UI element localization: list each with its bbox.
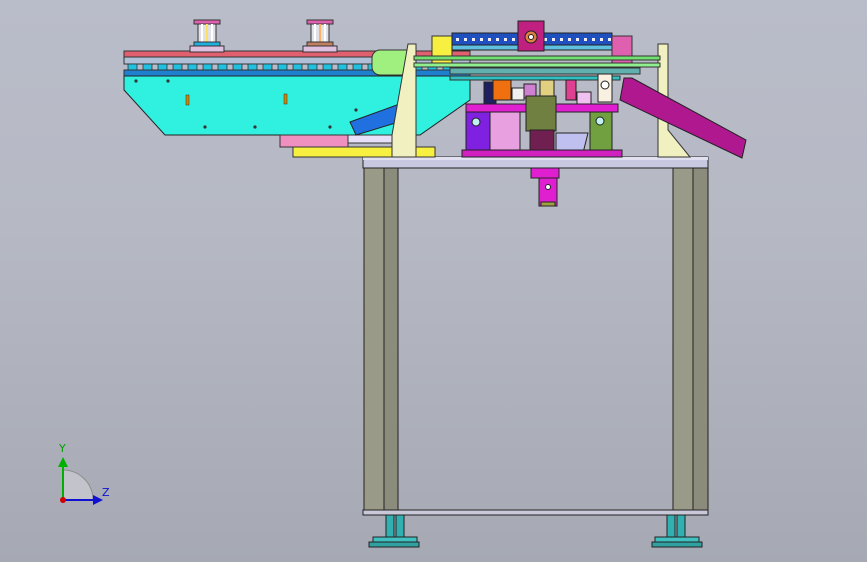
spool-2	[302, 19, 338, 53]
right-leg-outer	[692, 167, 709, 514]
gantry-tooth	[568, 38, 571, 41]
gantry-tooth	[496, 38, 499, 41]
gantry-tooth	[584, 38, 587, 41]
coordinate-triad	[58, 457, 103, 505]
left-leg-inner	[383, 167, 399, 514]
gantry-tooth	[488, 38, 491, 41]
right-leg-inner	[672, 167, 694, 514]
gantry-tooth	[552, 38, 555, 41]
gantry-tooth	[464, 38, 467, 41]
gantry-tooth	[504, 38, 507, 41]
gantry	[413, 20, 661, 81]
bottom-rail	[362, 509, 709, 516]
gantry-tooth	[560, 38, 563, 41]
spool-1	[189, 19, 225, 53]
axis-y-label: Y	[59, 442, 66, 455]
gantry-tooth	[480, 38, 483, 41]
machine-model[interactable]	[0, 0, 867, 562]
gantry-tooth	[608, 38, 611, 41]
gantry-tooth	[592, 38, 595, 41]
axis-z-label: Z	[102, 486, 110, 499]
cad-viewport[interactable]: Y Z	[0, 0, 867, 562]
table-frame	[362, 156, 709, 516]
gantry-tooth	[576, 38, 579, 41]
discharge-chute	[619, 77, 747, 159]
gantry-tooth	[512, 38, 515, 41]
under-table-actuator	[530, 167, 560, 207]
mechanism	[461, 73, 623, 158]
linear-feeder	[123, 19, 471, 158]
gantry-tooth	[600, 38, 603, 41]
leveling-feet	[368, 514, 703, 548]
gantry-tooth	[456, 38, 459, 41]
gantry-tooth	[472, 38, 475, 41]
left-leg-outer	[363, 167, 385, 514]
